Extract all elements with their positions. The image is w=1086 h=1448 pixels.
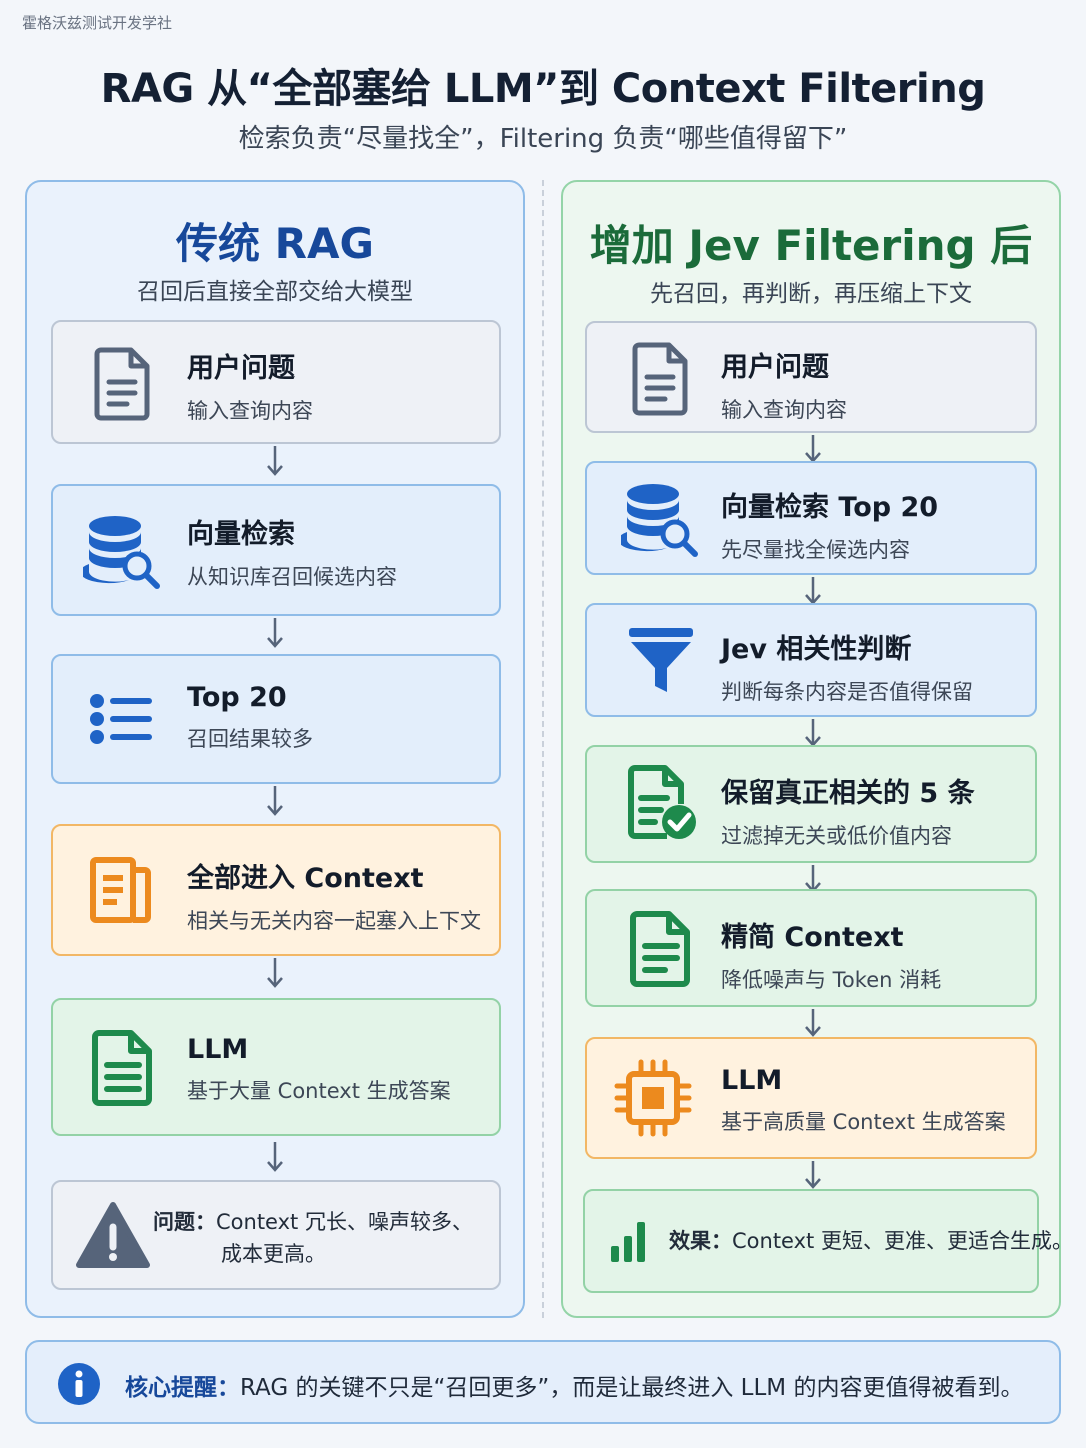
database-search-icon — [621, 478, 701, 558]
step-vector-search-top20: 向量检索 Top 20 先尽量找全候选内容 — [585, 461, 1037, 575]
step-label: 全部进入 Context — [187, 863, 424, 894]
step-label: Top 20 — [187, 682, 287, 713]
step-label: 向量检索 — [187, 519, 295, 550]
step-top-20: Top 20 召回结果较多 — [51, 654, 501, 784]
note-key: 问题： — [153, 1210, 216, 1234]
step-relevance-judgement: Jev 相关性判断 判断每条内容是否值得保留 — [585, 603, 1037, 717]
effect-note: 效果：Context 更短、更准、更适合生成。 — [583, 1189, 1073, 1293]
step-label: Jev 相关性判断 — [721, 634, 912, 665]
arrow-down-icon — [265, 616, 285, 650]
chip-icon — [613, 1058, 693, 1138]
note-key: 效果： — [669, 1229, 732, 1253]
arrow-down-icon — [803, 1007, 823, 1041]
document-icon — [83, 1027, 163, 1107]
tip-key: 核心提醒： — [125, 1375, 240, 1401]
info-icon — [57, 1362, 101, 1406]
bar-chart-icon — [605, 1216, 655, 1266]
note-text: Context 更短、更准、更适合生成。 — [732, 1229, 1073, 1253]
watermark: 霍格沃兹测试开发学社 — [22, 14, 173, 32]
warning-icon — [73, 1195, 153, 1275]
arrow-down-icon — [265, 444, 285, 478]
step-label: 保留真正相关的 5 条 — [721, 778, 975, 809]
step-desc: 降低噪声与 Token 消耗 — [721, 968, 942, 992]
step-all-into-context: 全部进入 Context 相关与无关内容一起塞入上下文 — [51, 824, 501, 956]
page-title: RAG 从“全部塞给 LLM”到 Context Filtering — [100, 66, 986, 112]
step-llm: LLM 基于高质量 Context 生成答案 — [585, 1037, 1037, 1159]
database-search-icon — [83, 510, 163, 590]
step-label: LLM — [721, 1065, 783, 1096]
documents-icon — [83, 850, 163, 930]
panel-divider — [542, 180, 544, 1318]
step-user-question: 用户问题 输入查询内容 — [585, 321, 1037, 433]
step-desc: 判断每条内容是否值得保留 — [721, 680, 973, 704]
document-check-icon — [621, 764, 701, 844]
step-desc: 召回结果较多 — [187, 727, 313, 751]
filtering-panel: 增加 Jev Filtering 后 先召回，再判断，再压缩上下文 用户问题 输… — [561, 180, 1073, 1318]
step-desc: 相关与无关内容一起塞入上下文 — [187, 909, 481, 933]
step-desc: 输入查询内容 — [187, 399, 313, 423]
arrow-down-icon — [265, 956, 285, 990]
arrow-down-icon — [803, 1159, 823, 1193]
arrow-down-icon — [265, 784, 285, 818]
step-desc: 输入查询内容 — [721, 398, 847, 422]
panel-subtitle-filtering: 先召回，再判断，再压缩上下文 — [650, 281, 972, 307]
funnel-icon — [621, 620, 701, 700]
step-label: 向量检索 Top 20 — [721, 492, 939, 523]
problem-note: 问题：Context 冗长、噪声较多、 成本更高。 — [51, 1180, 501, 1290]
step-desc: 先尽量找全候选内容 — [721, 538, 910, 562]
panel-title-traditional: 传统 RAG — [176, 219, 374, 268]
list-icon — [83, 679, 163, 759]
step-label: 精简 Context — [721, 922, 904, 953]
note-line2: 成本更高。 — [221, 1242, 326, 1266]
document-icon — [83, 342, 163, 422]
step-user-question: 用户问题 输入查询内容 — [51, 320, 501, 444]
step-llm: LLM 基于大量 Context 生成答案 — [51, 998, 501, 1136]
panel-subtitle-traditional: 召回后直接全部交给大模型 — [137, 279, 413, 305]
note-line1: Context 冗长、噪声较多、 — [216, 1210, 473, 1234]
step-label: 用户问题 — [187, 353, 295, 384]
step-slim-context: 精简 Context 降低噪声与 Token 消耗 — [585, 889, 1037, 1007]
step-keep-relevant: 保留真正相关的 5 条 过滤掉无关或低价值内容 — [585, 745, 1037, 863]
step-desc: 基于大量 Context 生成答案 — [187, 1079, 451, 1103]
step-vector-search: 向量检索 从知识库召回候选内容 — [51, 484, 501, 616]
step-desc: 从知识库召回候选内容 — [187, 565, 397, 589]
step-label: LLM — [187, 1034, 249, 1065]
document-icon — [621, 337, 701, 417]
document-icon — [621, 908, 701, 988]
traditional-rag-panel: 传统 RAG 召回后直接全部交给大模型 用户问题 输入查询内容 向量检索 从知识… — [25, 180, 525, 1318]
step-desc: 基于高质量 Context 生成答案 — [721, 1110, 1006, 1134]
step-desc: 过滤掉无关或低价值内容 — [721, 824, 952, 848]
page-subtitle: 检索负责“尽量找全”，Filtering 负责“哪些值得留下” — [238, 124, 848, 154]
step-label: 用户问题 — [721, 352, 829, 383]
tip-text: RAG 的关键不只是“召回更多”，而是让最终进入 LLM 的内容更值得被看到。 — [240, 1375, 1024, 1401]
arrow-down-icon — [265, 1140, 285, 1174]
panel-title-filtering: 增加 Jev Filtering 后 — [589, 221, 1033, 270]
core-tip: 核心提醒：RAG 的关键不只是“召回更多”，而是让最终进入 LLM 的内容更值得… — [25, 1340, 1061, 1424]
